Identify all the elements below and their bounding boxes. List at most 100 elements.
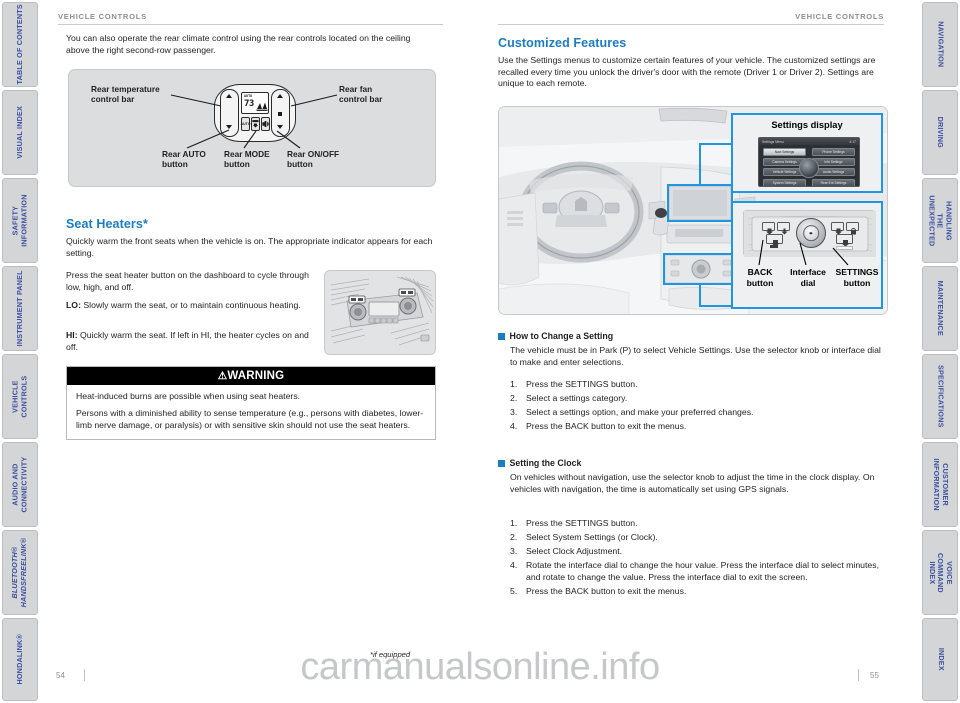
screen-center-knob-icon xyxy=(799,158,819,179)
side-tab-label: AUDIO AND CONNECTIVITY xyxy=(10,456,29,513)
interface-panel-callout: BACK button Interface dial SETTINGS butt… xyxy=(731,201,883,309)
hi-label: HI: xyxy=(66,330,78,340)
side-tab-label: SAFETY INFORMATION xyxy=(10,194,28,247)
warning-triangle-icon: ⚠ xyxy=(217,369,228,382)
side-tab-customer-information[interactable]: CUSTOMER INFORMATION xyxy=(922,442,958,527)
side-tab-label: HONDALINK® xyxy=(14,634,24,685)
step-number: 3. xyxy=(510,407,518,418)
side-tab-label: NAVIGATION xyxy=(936,21,946,68)
side-tab-audio-and-connectivity[interactable]: AUDIO AND CONNECTIVITY xyxy=(2,442,38,527)
step-item: 2. Select System Settings (or Clock). xyxy=(510,532,888,544)
step-text: Press the SETTINGS button. xyxy=(526,379,638,389)
side-tab-instrument-panel[interactable]: INSTRUMENT PANEL xyxy=(2,266,38,351)
side-tab-vehicle-controls[interactable]: VEHICLE CONTROLS xyxy=(2,354,38,439)
how-to-change-heading-text: How to Change a Setting xyxy=(509,331,614,341)
warning-line-2: Persons with a diminished ability to sen… xyxy=(76,408,424,430)
side-tab-visual-index[interactable]: VISUAL INDEX xyxy=(2,90,38,175)
step-item: 4. Rotate the interface dial to change th… xyxy=(510,560,888,583)
label-rear-auto-button: Rear AUTO button xyxy=(162,149,206,170)
header-rule xyxy=(58,24,443,25)
running-head-left: VEHICLE CONTROLS xyxy=(58,12,147,21)
step-item: 1. Press the SETTINGS button. xyxy=(510,379,888,391)
side-tab-label: INDEX xyxy=(936,648,946,671)
blue-square-bullet-icon-2 xyxy=(498,460,505,467)
side-tab-maintenance[interactable]: MAINTENANCE xyxy=(922,266,958,351)
setting-clock-steps: 1. Press the SETTINGS button. 2. Select Sys… xyxy=(510,518,888,600)
step-number: 4. xyxy=(510,560,518,571)
footnote-if-equipped: *if equipped xyxy=(370,650,411,659)
warning-bar: ⚠WARNING xyxy=(67,367,435,385)
left-running-head-block: VEHICLE CONTROLS xyxy=(58,12,443,25)
label-rear-fan-control-bar: Rear fan control bar xyxy=(339,84,383,105)
side-tab-hondalink[interactable]: HONDALINK® xyxy=(2,618,38,701)
step-item: 1. Press the SETTINGS button. xyxy=(510,518,888,530)
side-tab-safety-information[interactable]: SAFETY INFORMATION xyxy=(2,178,38,263)
seat-heater-dashboard-photo xyxy=(324,270,436,355)
step-number: 5. xyxy=(510,585,518,596)
side-tab-handling-the-unexpected[interactable]: HANDLING THE UNEXPECTED xyxy=(922,178,958,263)
settings-menu-item[interactable]: Phone Settings xyxy=(812,148,855,156)
nav-screen-clock: 4:17 xyxy=(849,139,856,144)
blue-square-bullet-icon xyxy=(498,333,505,340)
step-number: 4. xyxy=(510,421,518,432)
step-number: 2. xyxy=(510,532,518,543)
side-tab-label: DRIVING xyxy=(936,116,946,149)
label-rear-onoff-button: Rear ON/OFF button xyxy=(287,149,340,170)
customized-features-title: Customized Features xyxy=(498,36,627,50)
rear-climate-figure: AUTO 73 AUTO Rear temperature control ba… xyxy=(68,69,436,187)
step-text: Press the SETTINGS button. xyxy=(526,518,638,528)
settings-display-title: Settings display xyxy=(771,120,843,130)
customized-features-intro: Use the Settings menus to customize cert… xyxy=(498,55,876,89)
navigation-settings-screen: Settings Menu 4:17 Navi Settings Phone Se… xyxy=(758,137,860,187)
how-to-change-steps: 1. Press the SETTINGS button. 2. Select a s… xyxy=(510,379,888,435)
seat-heaters-title: Seat Heaters* xyxy=(66,217,148,231)
side-tab-voice-command-index[interactable]: VOICE COMMAND INDEX xyxy=(922,530,958,615)
folio-right: 55 xyxy=(870,671,879,680)
settings-display-callout: Settings display Settings Menu 4:17 Navi… xyxy=(731,113,883,193)
label-back-button: BACK button xyxy=(746,267,774,288)
step-text: Select Clock Adjustment. xyxy=(526,546,623,557)
settings-menu-grid[interactable]: Navi Settings Phone Settings Camera Settin… xyxy=(759,145,859,186)
side-tab-label: TABLE OF CONTENTS xyxy=(14,4,24,85)
seat-heaters-paragraph-1: Quickly warm the front seats when the ve… xyxy=(66,236,433,258)
folio-divider-right xyxy=(858,669,859,681)
side-tab-bluetooth-handsfreelink[interactable]: BLUETOOTH® HANDSFREELINK® xyxy=(2,530,38,615)
seat-heaters-lo: LO: Slowly warm the seat, or to maintain… xyxy=(66,300,318,312)
side-tab-label: INSTRUMENT PANEL xyxy=(14,270,24,347)
step-text: Select a settings category. xyxy=(526,393,628,404)
label-rear-mode-button: Rear MODE button xyxy=(224,149,270,170)
display-highlight-rect xyxy=(667,184,733,222)
side-tab-label: VISUAL INDEX xyxy=(14,106,24,159)
connector-vertical-top xyxy=(699,143,701,186)
step-item: 3. Select a settings option, and make you… xyxy=(510,407,888,419)
step-item: 5. Press the BACK button to exit the menu… xyxy=(510,586,888,598)
step-item: 3. Select Clock Adjustment. xyxy=(510,546,888,558)
nav-screen-title: Settings Menu xyxy=(762,139,784,144)
settings-menu-item[interactable]: System Settings xyxy=(763,178,806,186)
label-settings-button: SETTINGS button xyxy=(835,267,879,288)
right-running-head-block: VEHICLE CONTROLS xyxy=(498,12,884,25)
side-tab-label: SPECIFICATIONS xyxy=(936,365,946,428)
settings-menu-item[interactable]: Rear Ent Settings xyxy=(812,178,855,186)
side-tab-specifications[interactable]: SPECIFICATIONS xyxy=(922,354,958,439)
step-number: 3. xyxy=(510,546,518,557)
side-tab-label: VEHICLE CONTROLS xyxy=(10,375,28,418)
right-page: VEHICLE CONTROLS Customized Features Use… xyxy=(480,0,900,703)
left-page: VEHICLE CONTROLS You can also operate th… xyxy=(40,0,460,703)
interior-figure: Settings display Settings Menu 4:17 Navi… xyxy=(498,106,888,315)
step-number: 1. xyxy=(510,518,518,528)
side-tab-navigation[interactable]: NAVIGATION xyxy=(922,2,958,87)
side-tab-label: VOICE COMMAND INDEX xyxy=(927,552,954,593)
side-tab-label: MAINTENANCE xyxy=(936,280,946,337)
label-interface-dial: Interface dial xyxy=(790,267,826,288)
setting-clock-heading-text: Setting the Clock xyxy=(509,458,582,468)
side-tab-table-of-contents[interactable]: TABLE OF CONTENTS xyxy=(2,2,38,87)
side-tab-index[interactable]: INDEX xyxy=(922,618,958,701)
side-tab-driving[interactable]: DRIVING xyxy=(922,90,958,175)
step-text: Select a settings option, and make your … xyxy=(526,407,754,418)
settings-menu-item[interactable]: Navi Settings xyxy=(763,148,806,156)
panel-callout-leaders xyxy=(758,239,849,266)
left-tab-rail: TABLE OF CONTENTS VISUAL INDEX SAFETY INFO… xyxy=(0,0,40,703)
how-to-change-heading: How to Change a Setting xyxy=(498,331,613,341)
label-rear-temperature-control-bar: Rear temperature control bar xyxy=(91,84,160,105)
